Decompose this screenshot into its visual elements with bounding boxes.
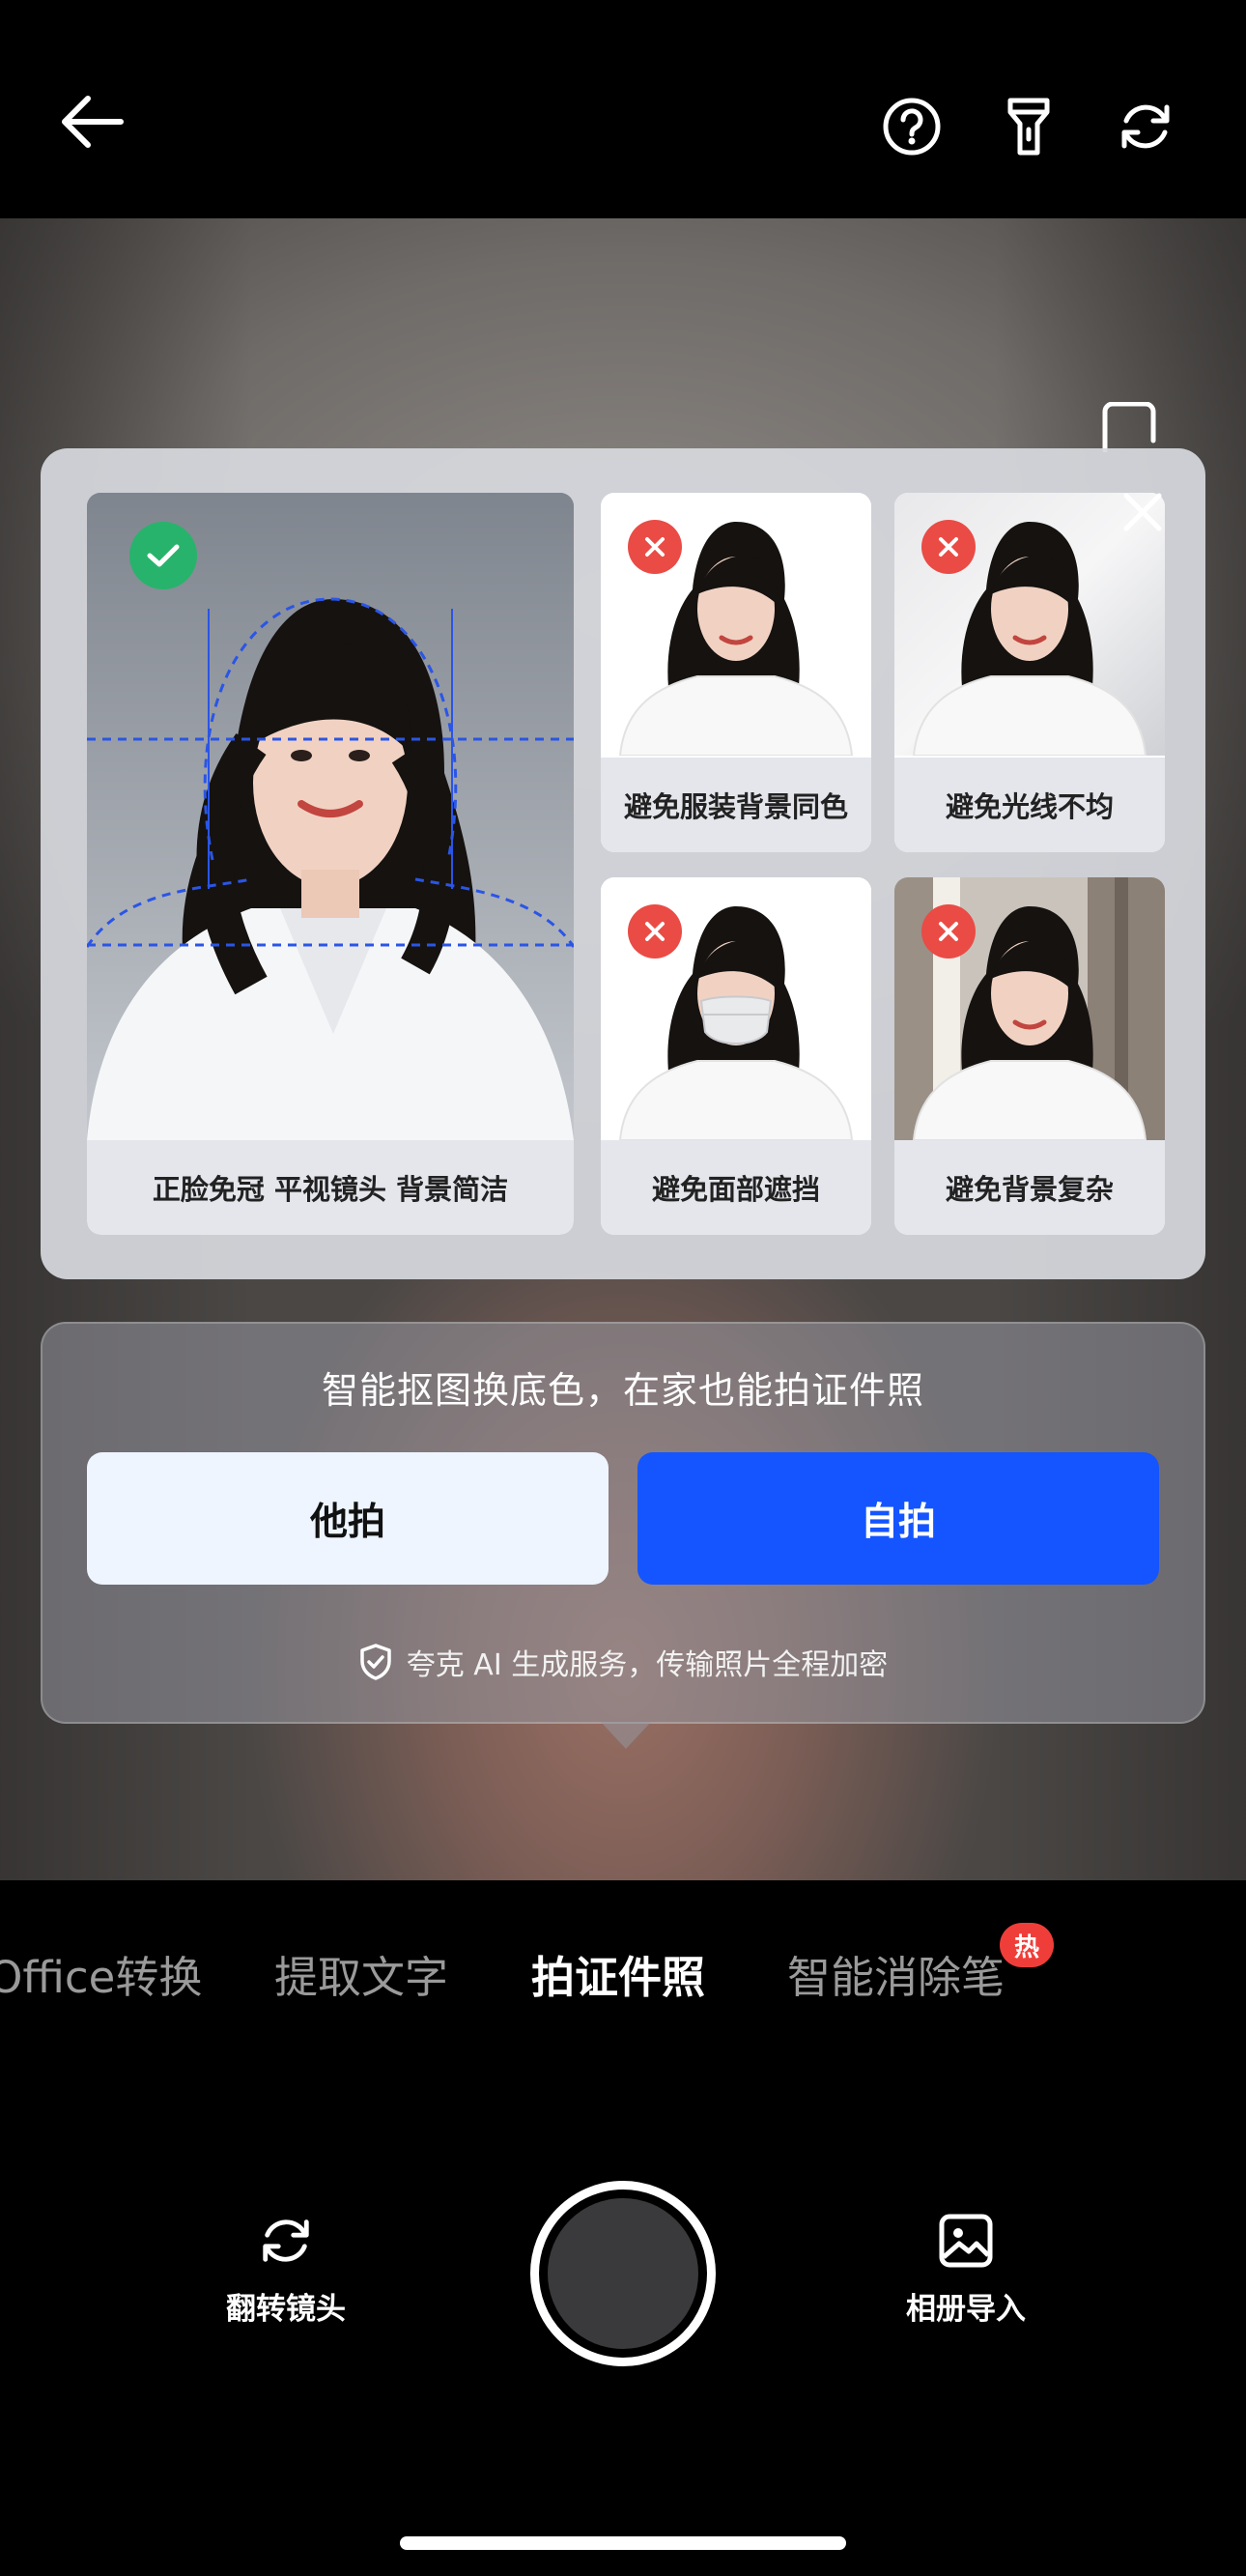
top-bar	[0, 0, 1246, 218]
close-guide-icon[interactable]	[1119, 488, 1167, 536]
help-icon[interactable]	[881, 96, 943, 157]
security-note-text: 夸克 AI 生成服务，传输照片全程加密	[406, 1648, 889, 1682]
flip-camera-control[interactable]: 翻转镜头	[189, 2213, 382, 2328]
album-import-label: 相册导入	[906, 2292, 1026, 2327]
other-shoot-button[interactable]: 他拍	[87, 1452, 609, 1585]
cross-icon	[921, 904, 976, 959]
check-icon	[129, 522, 197, 589]
mode-tab-id-photo[interactable]: 拍证件照	[531, 1942, 705, 2005]
shutter-button[interactable]	[530, 2181, 716, 2366]
selfie-button[interactable]: 自拍	[637, 1452, 1159, 1585]
good-example-card: 正脸免冠 平视镜头 背景简洁	[87, 493, 574, 1235]
bad-example-caption: 避免服装背景同色	[601, 758, 871, 852]
bad-example-card: 避免光线不均	[894, 493, 1165, 852]
flip-camera-icon	[263, 2219, 309, 2262]
back-arrow-icon[interactable]	[56, 93, 127, 151]
mode-tab-extract-text[interactable]: 提取文字	[274, 1942, 448, 2005]
mode-tab-office[interactable]: Office转换	[0, 1942, 202, 2005]
cross-icon	[921, 520, 976, 574]
bad-example-caption: 避免面部遮挡	[601, 1140, 871, 1235]
shield-check-icon	[360, 1644, 391, 1680]
mode-tab-smart-eraser[interactable]: 智能消除笔	[787, 1942, 1005, 2005]
flashlight-icon[interactable]	[1005, 96, 1053, 157]
example-portrait-image	[87, 493, 574, 1140]
home-indicator	[400, 2536, 846, 2550]
gallery-icon	[939, 2214, 993, 2268]
bad-example-card: 避免面部遮挡	[601, 877, 871, 1235]
panel-pointer	[601, 1722, 651, 1749]
good-example-caption: 正脸免冠 平视镜头 背景简洁	[87, 1140, 574, 1235]
cross-icon	[628, 520, 682, 574]
switch-camera-icon[interactable]	[1115, 96, 1176, 157]
bad-example-card: 避免背景复杂	[894, 877, 1165, 1235]
cross-icon	[628, 904, 682, 959]
bad-example-card: 避免服装背景同色	[601, 493, 871, 852]
bad-example-caption: 避免光线不均	[894, 758, 1165, 852]
flip-camera-label: 翻转镜头	[226, 2292, 346, 2327]
mode-tabs: Office转换 提取文字 拍证件照 智能消除笔	[0, 1942, 1246, 2010]
shutter-inner	[548, 2198, 698, 2349]
bad-example-caption: 避免背景复杂	[894, 1140, 1165, 1235]
album-import-control[interactable]: 相册导入	[869, 2213, 1062, 2328]
tagline: 智能抠图换底色，在家也能拍证件照	[321, 1369, 924, 1412]
frame-corner-icon[interactable]	[1101, 401, 1157, 453]
hot-badge: 热	[1000, 1923, 1054, 1967]
security-note: 夸克 AI 生成服务，传输照片全程加密	[41, 1641, 1205, 1683]
